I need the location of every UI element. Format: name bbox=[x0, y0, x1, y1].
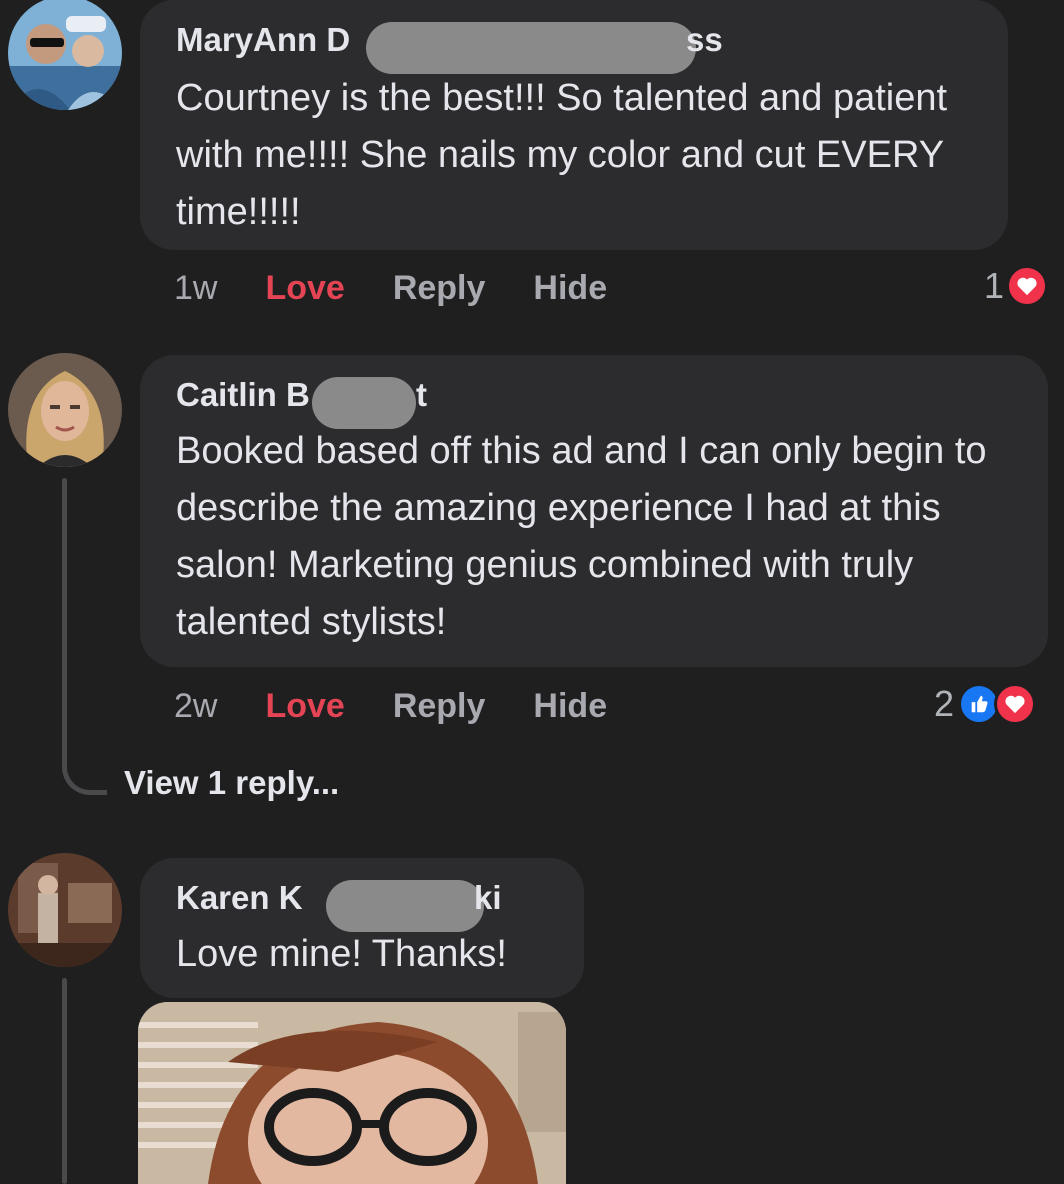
comment-author[interactable]: Caitlin B t bbox=[176, 373, 1012, 429]
comment-bubble: Caitlin B t Booked based off this ad and… bbox=[140, 355, 1048, 667]
author-name-end: t bbox=[416, 376, 427, 413]
reaction-count: 2 bbox=[934, 683, 955, 724]
view-replies-link[interactable]: View 1 reply... bbox=[124, 764, 339, 802]
comment-author[interactable]: MaryAnn D ss bbox=[176, 18, 972, 74]
heart-icon bbox=[994, 683, 1037, 725]
author-name-start: Karen K bbox=[176, 879, 303, 916]
redaction-bar bbox=[312, 377, 416, 429]
redaction-bar bbox=[326, 880, 484, 932]
reaction-summary[interactable]: 1 bbox=[984, 265, 1049, 307]
comment-timestamp: 1w bbox=[174, 269, 218, 307]
comment-text: Booked based off this ad and I can only … bbox=[176, 430, 987, 643]
avatar[interactable] bbox=[8, 353, 122, 467]
comment-bubble: MaryAnn D ss Courtney is the best!!! So … bbox=[140, 0, 1008, 250]
comment-text: Courtney is the best!!! So talented and … bbox=[176, 77, 948, 233]
love-button[interactable]: Love bbox=[265, 686, 344, 726]
comment-actions: 2w Love Reply Hide bbox=[174, 686, 607, 726]
author-name-start: Caitlin B bbox=[176, 376, 310, 413]
thread-line-curve bbox=[62, 760, 107, 795]
hide-button[interactable]: Hide bbox=[533, 686, 607, 726]
comment-timestamp: 2w bbox=[174, 687, 218, 725]
avatar[interactable] bbox=[8, 0, 122, 110]
reply-button[interactable]: Reply bbox=[393, 686, 486, 726]
comment-actions: 1w Love Reply Hide bbox=[174, 268, 607, 308]
heart-icon bbox=[1006, 265, 1049, 307]
love-button[interactable]: Love bbox=[265, 268, 344, 308]
author-name-end: ss bbox=[686, 21, 723, 58]
comment-author[interactable]: Karen K ki bbox=[176, 876, 548, 932]
redaction-bar bbox=[366, 22, 696, 74]
reaction-summary[interactable]: 2 bbox=[934, 683, 1037, 725]
avatar[interactable] bbox=[8, 853, 122, 967]
comment-photo[interactable] bbox=[138, 1002, 566, 1184]
reaction-count: 1 bbox=[984, 265, 1005, 306]
hide-button[interactable]: Hide bbox=[533, 268, 607, 308]
comment-bubble: Karen K ki Love mine! Thanks! bbox=[140, 858, 584, 998]
comment-text: Love mine! Thanks! bbox=[176, 933, 507, 975]
author-name-end: ki bbox=[474, 879, 502, 916]
reply-button[interactable]: Reply bbox=[393, 268, 486, 308]
thread-line bbox=[62, 478, 67, 768]
thread-line bbox=[62, 978, 67, 1184]
author-name-start: MaryAnn D bbox=[176, 21, 351, 58]
